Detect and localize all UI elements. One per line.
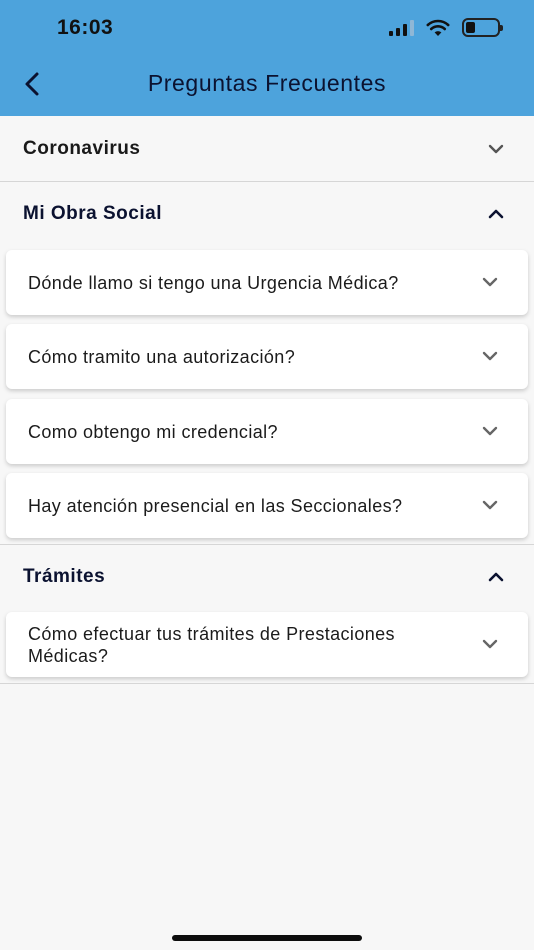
chevron-down-icon (482, 426, 498, 436)
section-header-coronavirus[interactable]: Coronavirus (0, 117, 534, 181)
faq-question: Como obtengo mi credencial? (28, 421, 278, 442)
chevron-down-icon (482, 500, 498, 510)
status-icons (389, 18, 503, 37)
faq-item-autorizacion[interactable]: Cómo tramito una autorización? (6, 324, 528, 389)
divider (0, 683, 534, 684)
chevron-down-icon (488, 144, 504, 154)
faq-question: Hay atención presencial en las Seccional… (28, 495, 403, 516)
section-header-mi-obra-social[interactable]: Mi Obra Social (0, 182, 534, 246)
faq-item-credencial[interactable]: Como obtengo mi credencial? (6, 399, 528, 464)
faq-item-urgencia[interactable]: Dónde llamo si tengo una Urgencia Médica… (6, 250, 528, 315)
faq-question: Cómo efectuar tus trámites de Prestacion… (28, 623, 395, 666)
section-title: Mi Obra Social (23, 203, 162, 224)
chevron-down-icon (482, 639, 498, 649)
faq-item-prestaciones-medicas[interactable]: Cómo efectuar tus trámites de Prestacion… (6, 612, 528, 677)
page-title: Preguntas Frecuentes (147, 70, 387, 96)
chevron-down-icon (482, 351, 498, 361)
section-header-tramites[interactable]: Trámites (0, 545, 534, 609)
chevron-down-icon (482, 277, 498, 287)
section-title: Coronavirus (23, 138, 141, 159)
chevron-up-icon (488, 209, 504, 219)
faq-item-atencion-presencial[interactable]: Hay atención presencial en las Seccional… (6, 473, 528, 538)
faq-question: Cómo tramito una autorización? (28, 346, 296, 367)
cellular-signal-icon (389, 19, 414, 36)
home-indicator[interactable] (172, 935, 362, 941)
wifi-icon (426, 19, 450, 36)
app-header: 16:03 Preguntas Frecuentes (0, 0, 534, 116)
faq-question: Dónde llamo si tengo una Urgencia Médica… (28, 272, 399, 293)
section-title: Trámites (23, 566, 106, 587)
battery-icon (462, 18, 503, 37)
chevron-up-icon (488, 572, 504, 582)
status-time: 16:03 (57, 16, 114, 39)
